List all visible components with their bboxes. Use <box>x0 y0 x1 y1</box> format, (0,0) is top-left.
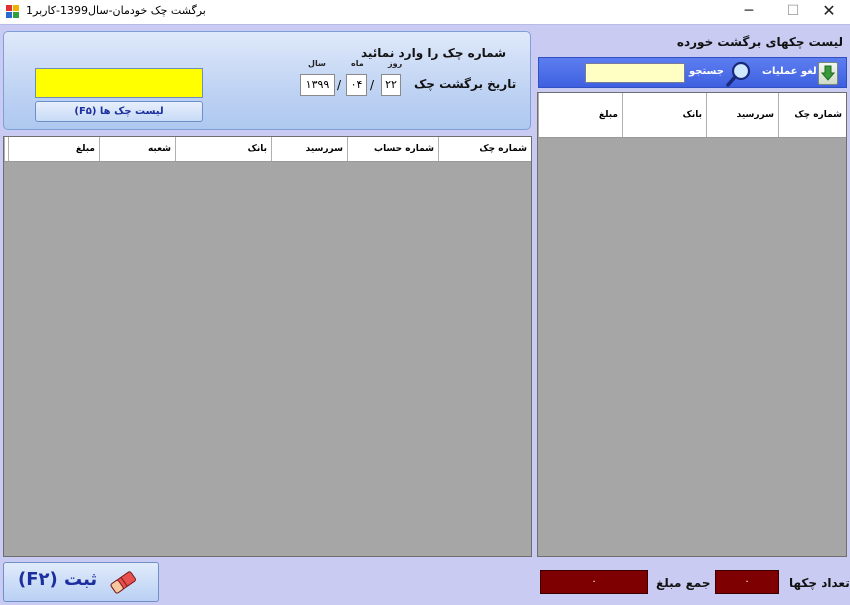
submit-label: ثبت (F۲) <box>18 569 98 590</box>
column-header-check-number[interactable]: شماره چک <box>778 93 846 137</box>
return-date-label: تاریخ برگشت چک <box>414 77 517 91</box>
check-list-button[interactable]: لیست چک ها (F۵) <box>35 101 203 122</box>
column-header-bank[interactable]: بانک <box>175 137 271 161</box>
app-icon <box>6 5 20 19</box>
date-separator: / <box>370 78 375 92</box>
returned-checks-title: لیست چکهای برگشت خورده <box>676 35 843 49</box>
returned-grid-header: مبلغ بانک سررسید شماره چک <box>538 93 846 138</box>
returned-toolbar: لغو عملیات جستجو <box>538 57 847 88</box>
column-header-account-number[interactable]: شماره حساب <box>347 137 438 161</box>
column-header-branch[interactable]: شعبه <box>99 137 175 161</box>
window-title: برگشت چک خودمان-سال1399-کاربر1 <box>26 4 206 17</box>
year-label: سال <box>308 59 326 68</box>
column-header-due-date[interactable]: سررسید <box>271 137 347 161</box>
returned-checks-grid[interactable]: مبلغ بانک سررسید شماره چک <box>537 92 847 557</box>
column-header-amount[interactable]: مبلغ <box>538 93 622 137</box>
month-field[interactable]: ۰۴ <box>346 74 367 96</box>
day-field[interactable]: ۲۲ <box>381 74 401 96</box>
main-grid-header: مبلغ شعبه بانک سررسید شماره حساب شماره چ… <box>4 137 531 162</box>
down-arrow-icon <box>820 65 836 81</box>
column-header-bank[interactable]: بانک <box>622 93 706 137</box>
title-divider <box>0 24 850 25</box>
search-label: جستجو <box>689 66 724 77</box>
eraser-icon <box>110 571 136 594</box>
main-checks-grid[interactable]: مبلغ شعبه بانک سررسید شماره حساب شماره چ… <box>3 136 532 557</box>
check-number-input[interactable] <box>35 68 203 98</box>
check-number-prompt: شماره چک را وارد نمائید <box>360 46 506 60</box>
undo-label[interactable]: لغو عملیات <box>762 66 817 77</box>
title-bar: برگشت چک خودمان-سال1399-کاربر1 ─ ☐ ✕ <box>0 0 850 24</box>
check-count-value: ۰ <box>715 570 779 594</box>
minimize-button[interactable]: ─ <box>727 0 771 24</box>
year-field[interactable]: ۱۳۹۹ <box>300 74 335 96</box>
entry-panel: شماره چک را وارد نمائید لیست چک ها (F۵) … <box>3 31 531 130</box>
search-input[interactable] <box>585 63 685 83</box>
submit-button[interactable]: ثبت (F۲) <box>3 562 159 602</box>
month-label: ماه <box>351 59 364 68</box>
search-icon[interactable] <box>726 61 752 87</box>
undo-button[interactable] <box>818 62 838 85</box>
sum-amount-label: جمع مبلغ <box>656 576 711 590</box>
day-label: روز <box>388 59 403 68</box>
sum-amount-value: ۰ <box>540 570 648 594</box>
column-header-check-number[interactable]: شماره چک <box>438 137 531 161</box>
close-button[interactable]: ✕ <box>807 0 850 24</box>
column-header-due-date[interactable]: سررسید <box>706 93 778 137</box>
date-separator: / <box>337 78 342 92</box>
column-header-amount[interactable]: مبلغ <box>8 137 99 161</box>
check-count-label: تعداد چکها <box>789 576 850 590</box>
